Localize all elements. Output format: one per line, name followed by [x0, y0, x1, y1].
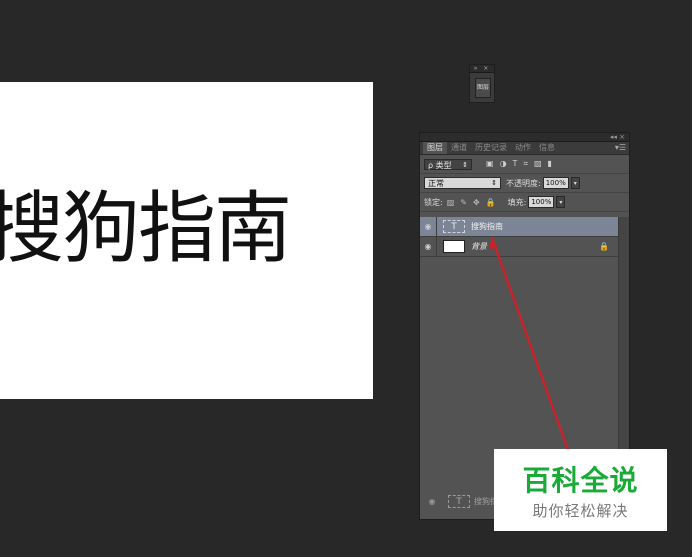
opacity-label: 不透明度:: [506, 178, 541, 188]
divider: [436, 217, 437, 236]
layer-name[interactable]: 搜狗指南: [471, 221, 503, 232]
pixel-filter-icon[interactable]: ▣: [486, 159, 494, 169]
fill-label: 填充:: [507, 197, 527, 207]
lock-position-icon[interactable]: ✥: [473, 198, 480, 207]
text-layer-thumbnail: T: [448, 494, 470, 508]
tab-channels[interactable]: 通道: [447, 142, 471, 154]
opacity-dropdown-icon[interactable]: ▾: [570, 177, 580, 189]
divider: [436, 237, 437, 256]
lock-pixels-icon[interactable]: ✎: [460, 198, 467, 207]
canvas-text-layer: 搜狗指南: [0, 184, 292, 274]
panel-collapse-close[interactable]: ◂◂ ×: [420, 133, 629, 142]
shape-filter-icon[interactable]: ⌗: [523, 159, 528, 169]
adjustment-filter-icon[interactable]: ◑: [500, 159, 507, 169]
dragging-layer-ghost: ◉ T 搜狗指: [424, 491, 504, 511]
tab-actions[interactable]: 动作: [511, 142, 535, 154]
chevron-updown-icon: ⇕: [491, 179, 497, 187]
layer-row-text[interactable]: ◉ T 搜狗指南: [420, 217, 619, 237]
chevron-updown-icon: ⇕: [462, 160, 468, 169]
tab-info[interactable]: 信息: [535, 142, 559, 154]
blend-mode-value: 正常: [428, 179, 444, 188]
filter-row: ρ 类型 ⇕ ▣ ◑ T ⌗ ▨ ▮: [420, 155, 629, 174]
smart-object-filter-icon[interactable]: ▨: [534, 159, 542, 169]
collapsed-panel-dock[interactable]: » × 图层: [469, 64, 495, 103]
filter-toggle-icon[interactable]: ▮: [548, 159, 552, 169]
panel-menu-icon[interactable]: ▾☰: [615, 142, 626, 154]
lock-transparent-icon[interactable]: ▨: [447, 198, 455, 207]
lock-row: 锁定: ▨ ✎ ✥ 🔒 填充: 100% ▾: [420, 193, 629, 212]
watermark-subtitle: 助你轻松解决: [532, 502, 629, 520]
opacity-input[interactable]: 100%: [542, 177, 569, 189]
lock-label: 锁定:: [424, 197, 443, 207]
panel-tabs: 图层 通道 历史记录 动作 信息 ▾☰: [420, 142, 629, 155]
layer-name[interactable]: 背景: [471, 241, 487, 252]
text-layer-thumbnail: T: [443, 220, 465, 233]
layer-row-background[interactable]: ◉ 背景 🔒: [420, 237, 619, 257]
eye-icon[interactable]: ◉: [420, 222, 436, 231]
tab-layers[interactable]: 图层: [423, 142, 447, 154]
blend-mode-select[interactable]: 正常 ⇕: [424, 177, 501, 189]
lock-all-icon[interactable]: 🔒: [486, 198, 496, 207]
layers-dock-icon[interactable]: 图层: [475, 78, 491, 98]
type-filter-icon[interactable]: T: [513, 159, 518, 169]
eye-icon[interactable]: ◉: [420, 242, 436, 251]
fill-input[interactable]: 100%: [528, 196, 555, 208]
lock-icon: 🔒: [599, 242, 609, 251]
filter-type-select[interactable]: ρ 类型 ⇕: [424, 158, 472, 170]
eye-icon: ◉: [428, 496, 436, 506]
dock-controls[interactable]: » ×: [470, 65, 494, 73]
document-canvas[interactable]: 搜狗指南: [0, 82, 373, 399]
filter-icons: ▣ ◑ T ⌗ ▨ ▮: [486, 159, 552, 169]
lock-icons: ▨ ✎ ✥ 🔒: [447, 198, 496, 207]
filter-type-label: ρ 类型: [428, 160, 452, 170]
tab-history[interactable]: 历史记录: [471, 142, 511, 154]
fill-dropdown-icon[interactable]: ▾: [556, 196, 566, 208]
watermark-title: 百科全说: [522, 464, 639, 497]
blend-row: 正常 ⇕ 不透明度: 100% ▾: [420, 174, 629, 193]
background-thumbnail: [443, 240, 465, 253]
watermark-badge: 百科全说 助你轻松解决: [494, 449, 667, 531]
